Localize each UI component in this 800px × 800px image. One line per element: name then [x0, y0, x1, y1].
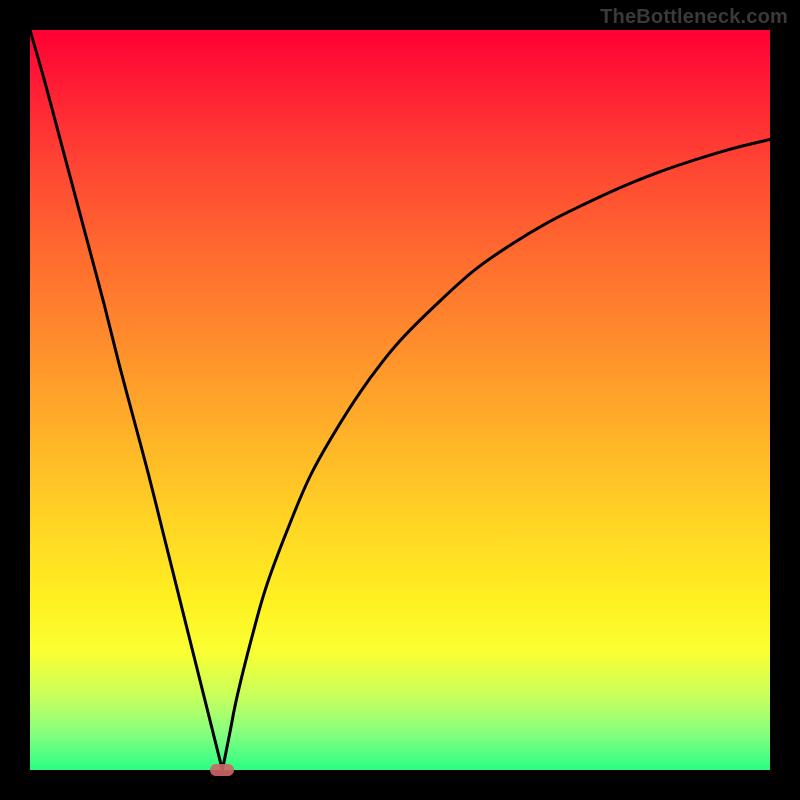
- bottleneck-curve: [30, 30, 770, 770]
- plot-area: [30, 30, 770, 770]
- watermark-text: TheBottleneck.com: [600, 6, 788, 29]
- chart-frame: { "watermark": "TheBottleneck.com", "col…: [0, 0, 800, 800]
- minimum-marker: [210, 764, 234, 776]
